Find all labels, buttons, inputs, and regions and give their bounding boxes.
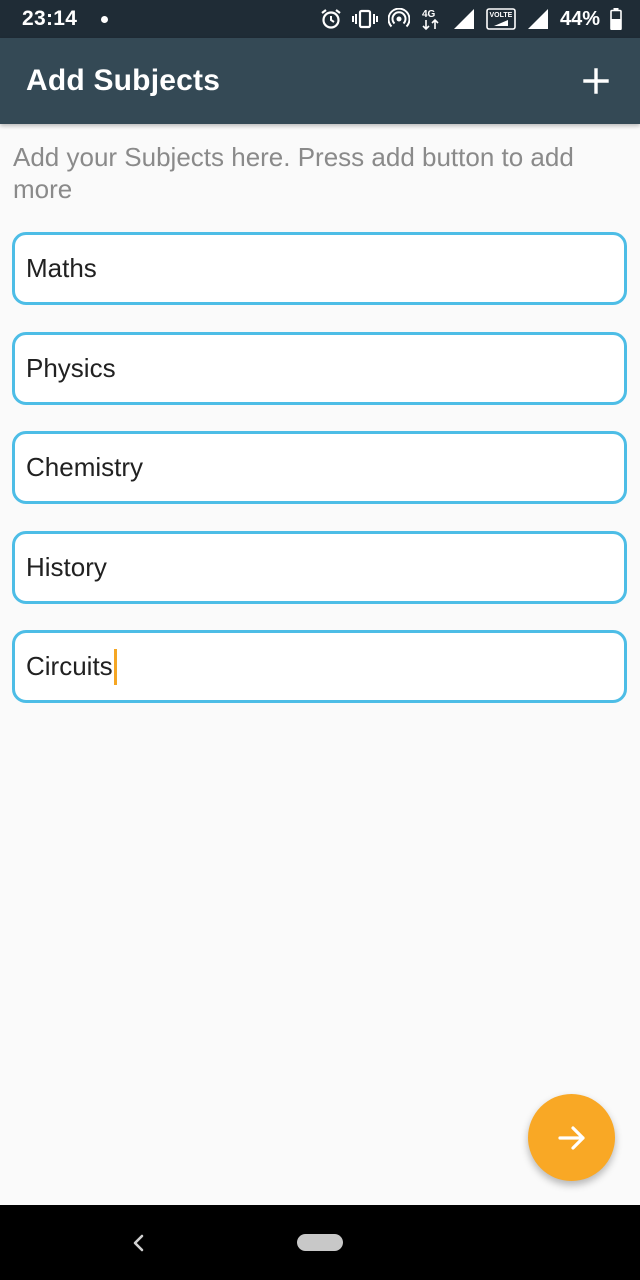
battery-icon <box>610 8 622 30</box>
instructions-text: Add your Subjects here. Press add button… <box>13 142 574 204</box>
vibrate-icon <box>351 8 378 30</box>
svg-text:VOLTE: VOLTE <box>489 12 512 19</box>
alarm-icon <box>320 8 342 30</box>
back-chevron-icon[interactable] <box>126 1229 152 1257</box>
app-bar: Add Subjects <box>0 38 640 124</box>
signal-icon <box>452 8 476 30</box>
subject-field[interactable]: History <box>12 530 627 604</box>
volte-icon: VOLTE <box>486 8 516 30</box>
status-icons: 4G VOLTE 44% <box>320 7 622 31</box>
next-fab-button[interactable] <box>528 1094 615 1181</box>
subject-field-value: Physics <box>26 352 116 383</box>
svg-text:4G: 4G <box>422 9 436 20</box>
hotspot-icon <box>387 8 410 30</box>
subject-field[interactable]: Physics <box>12 331 627 405</box>
subject-field-focused[interactable]: Circuits <box>12 630 627 703</box>
arrow-right-icon <box>557 1125 585 1150</box>
text-cursor <box>113 648 117 685</box>
battery-percent: 44% <box>559 7 600 30</box>
add-subject-button[interactable] <box>576 61 616 101</box>
subject-field-value: Circuits <box>26 651 113 681</box>
status-bar: 23:14 4G VOLTE 44% <box>0 0 640 38</box>
page-title: Add Subjects <box>26 64 221 97</box>
network-4g-icon: 4G <box>420 7 442 31</box>
system-nav-bar <box>0 1205 640 1280</box>
plus-icon <box>583 68 609 94</box>
subject-field-value: Maths <box>26 253 97 283</box>
subject-field[interactable]: Maths <box>12 232 627 305</box>
subject-field-list: Maths Physics Chemistry History Circuits <box>12 232 627 730</box>
notification-dot-icon <box>101 15 109 23</box>
home-pill-icon[interactable] <box>297 1234 343 1251</box>
subject-field-value: Chemistry <box>26 452 144 482</box>
subject-field-value: History <box>26 551 107 582</box>
status-time: 23:14 <box>22 7 78 30</box>
subject-field[interactable]: Chemistry <box>12 431 627 504</box>
signal-icon-secondary <box>526 8 550 30</box>
